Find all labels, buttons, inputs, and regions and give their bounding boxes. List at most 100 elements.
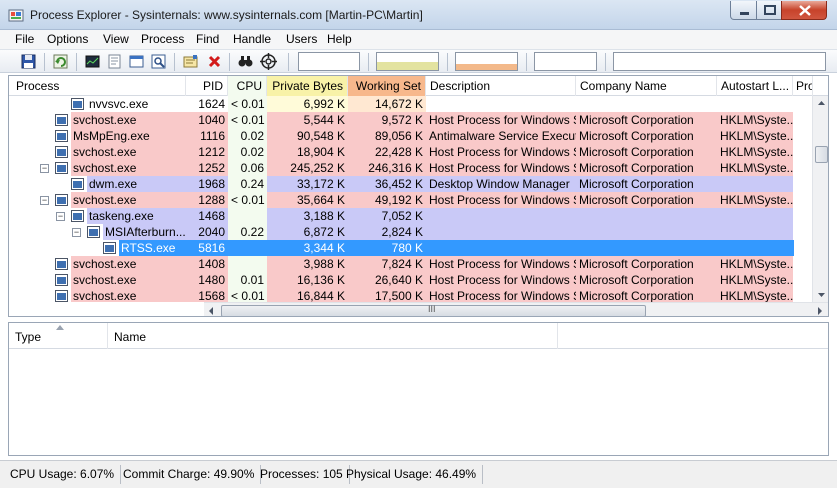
table-row[interactable]: svchost.exe 1212 0.02 18,904 K 22,428 K Host … (9, 144, 794, 160)
process-name-cell[interactable]: − taskeng.exe (9, 208, 186, 224)
process-name-cell[interactable]: − svchost.exe (9, 160, 186, 176)
process-name-cell[interactable]: svchost.exe (9, 272, 186, 288)
scroll-up-icon[interactable] (813, 96, 829, 110)
process-name-cell[interactable]: svchost.exe (9, 288, 186, 302)
scroll-right-icon[interactable] (813, 303, 827, 317)
menu-find[interactable]: Find (196, 32, 219, 46)
process-name-cell[interactable]: svchost.exe (9, 256, 186, 272)
menu-file[interactable]: File (15, 32, 34, 46)
company-name-cell (576, 224, 717, 240)
properties-icon[interactable] (106, 53, 123, 70)
toolbar-separator (288, 53, 289, 71)
column-header-process[interactable]: Process (9, 76, 186, 96)
working-set-cell: 36,452 K (348, 176, 426, 192)
column-header-working-set[interactable]: Working Set (348, 76, 426, 96)
table-row[interactable]: svchost.exe 1480 0.01 16,136 K 26,640 K Host … (9, 272, 794, 288)
save-icon[interactable] (20, 53, 37, 70)
process-name: RTSS.exe (121, 241, 176, 255)
column-header-type[interactable]: Type (9, 323, 108, 349)
process-name-cell[interactable]: MsMpEng.exe (9, 128, 186, 144)
dll-view-icon[interactable] (150, 53, 167, 70)
process-icon (71, 210, 84, 222)
commit-graph[interactable] (376, 52, 439, 71)
column-header-cpu[interactable]: CPU (228, 76, 267, 96)
maximize-button[interactable] (756, 1, 782, 20)
process-name: nvvsvc.exe (89, 97, 149, 111)
table-row[interactable]: svchost.exe 1408 3,988 K 7,824 K Host Proces… (9, 256, 794, 272)
scroll-down-icon[interactable] (813, 288, 829, 302)
window-icon[interactable] (128, 53, 145, 70)
pro-cell (793, 288, 794, 302)
company-name-cell: Microsoft Corporation (576, 288, 717, 302)
table-row[interactable]: dwm.exe 1968 0.24 33,172 K 36,452 K Desktop W… (9, 176, 794, 192)
toolbar-separator (229, 53, 230, 71)
menu-view[interactable]: View (103, 32, 129, 46)
table-row[interactable]: − svchost.exe 1288 < 0.01 35,664 K 49,192 K Ho… (9, 192, 794, 208)
pid-cell: 1116 (186, 128, 228, 144)
network-graph[interactable] (534, 52, 597, 71)
scroll-left-icon[interactable] (204, 303, 218, 317)
process-name-cell[interactable]: dwm.exe (9, 176, 186, 192)
lower-pane[interactable]: Type Name (8, 322, 829, 456)
close-button[interactable] (781, 1, 827, 20)
process-name-cell[interactable]: RTSS.exe (9, 240, 186, 256)
collapse-tree-icon[interactable]: − (40, 164, 49, 173)
menu-handle[interactable]: Handle (233, 32, 271, 46)
table-row[interactable]: nvvsvc.exe 1624 < 0.01 6,992 K 14,672 K (9, 96, 794, 112)
handle-properties-icon[interactable] (182, 53, 199, 70)
autostart-cell: HKLM\Syste... (717, 128, 793, 144)
collapse-tree-icon[interactable]: − (56, 212, 65, 221)
table-row[interactable]: MsMpEng.exe 1116 0.02 90,548 K 89,056 K Antim… (9, 128, 794, 144)
minimize-button[interactable] (730, 1, 757, 20)
table-row[interactable]: svchost.exe 1568 < 0.01 16,844 K 17,500 K Hos… (9, 288, 794, 302)
process-tree-table[interactable]: Process PID CPU Private Bytes Working Se… (8, 75, 829, 317)
menu-process[interactable]: Process (141, 32, 184, 46)
menu-options[interactable]: Options (47, 32, 88, 46)
process-rows: nvvsvc.exe 1624 < 0.01 6,992 K 14,672 Ksvcho… (9, 96, 794, 302)
table-row[interactable]: − svchost.exe 1252 0.06 245,252 K 246,316 K Ho… (9, 160, 794, 176)
refresh-icon[interactable] (52, 53, 69, 70)
table-row[interactable]: − MSIAfterburn... 2040 0.22 6,872 K 2,824 K (9, 224, 794, 240)
horizontal-scrollbar[interactable]: III (204, 302, 828, 317)
pro-cell (793, 192, 794, 208)
pid-cell: 1468 (186, 208, 228, 224)
process-name-cell[interactable]: − MSIAfterburn... (9, 224, 186, 240)
kill-process-icon[interactable] (206, 53, 223, 70)
disk-graph[interactable] (613, 52, 826, 71)
menu-help[interactable]: Help (327, 32, 352, 46)
cpu-cell: 0.02 (228, 128, 267, 144)
process-name: svchost.exe (73, 145, 137, 159)
process-name-cell[interactable]: nvvsvc.exe (9, 96, 186, 112)
pid-cell: 1212 (186, 144, 228, 160)
process-icon (55, 290, 68, 302)
column-header-private-bytes[interactable]: Private Bytes (267, 76, 348, 96)
description-cell (426, 96, 576, 112)
column-header-pid[interactable]: PID (186, 76, 228, 96)
column-header-autostart-location[interactable]: Autostart L... (717, 76, 793, 96)
process-name-cell[interactable]: svchost.exe (9, 144, 186, 160)
pid-cell: 1480 (186, 272, 228, 288)
commit-graph-fill (377, 61, 438, 70)
column-header-name[interactable]: Name (108, 323, 558, 349)
minimize-icon (740, 12, 749, 15)
vertical-scrollbar[interactable] (812, 96, 829, 302)
horizontal-scroll-thumb[interactable]: III (221, 304, 646, 316)
column-header-description[interactable]: Description (426, 76, 576, 96)
io-graph[interactable] (455, 52, 518, 71)
process-icon (55, 274, 68, 286)
collapse-tree-icon[interactable]: − (40, 196, 49, 205)
column-header-company-name[interactable]: Company Name (576, 76, 717, 96)
find-icon[interactable] (237, 53, 254, 70)
table-row[interactable]: − taskeng.exe 1468 3,188 K 7,052 K (9, 208, 794, 224)
vertical-scroll-thumb[interactable] (815, 146, 828, 163)
column-header-pro[interactable]: Pro (793, 76, 813, 96)
table-row-selected[interactable]: RTSS.exe 5816 3,344 K 780 K (9, 240, 794, 256)
system-info-icon[interactable] (84, 53, 101, 70)
cpu-graph[interactable] (298, 52, 360, 71)
table-row[interactable]: svchost.exe 1040 < 0.01 5,544 K 9,572 K Host … (9, 112, 794, 128)
menu-users[interactable]: Users (286, 32, 317, 46)
process-name-cell[interactable]: − svchost.exe (9, 192, 186, 208)
process-name-cell[interactable]: svchost.exe (9, 112, 186, 128)
collapse-tree-icon[interactable]: − (72, 228, 81, 237)
target-icon[interactable] (260, 53, 277, 70)
